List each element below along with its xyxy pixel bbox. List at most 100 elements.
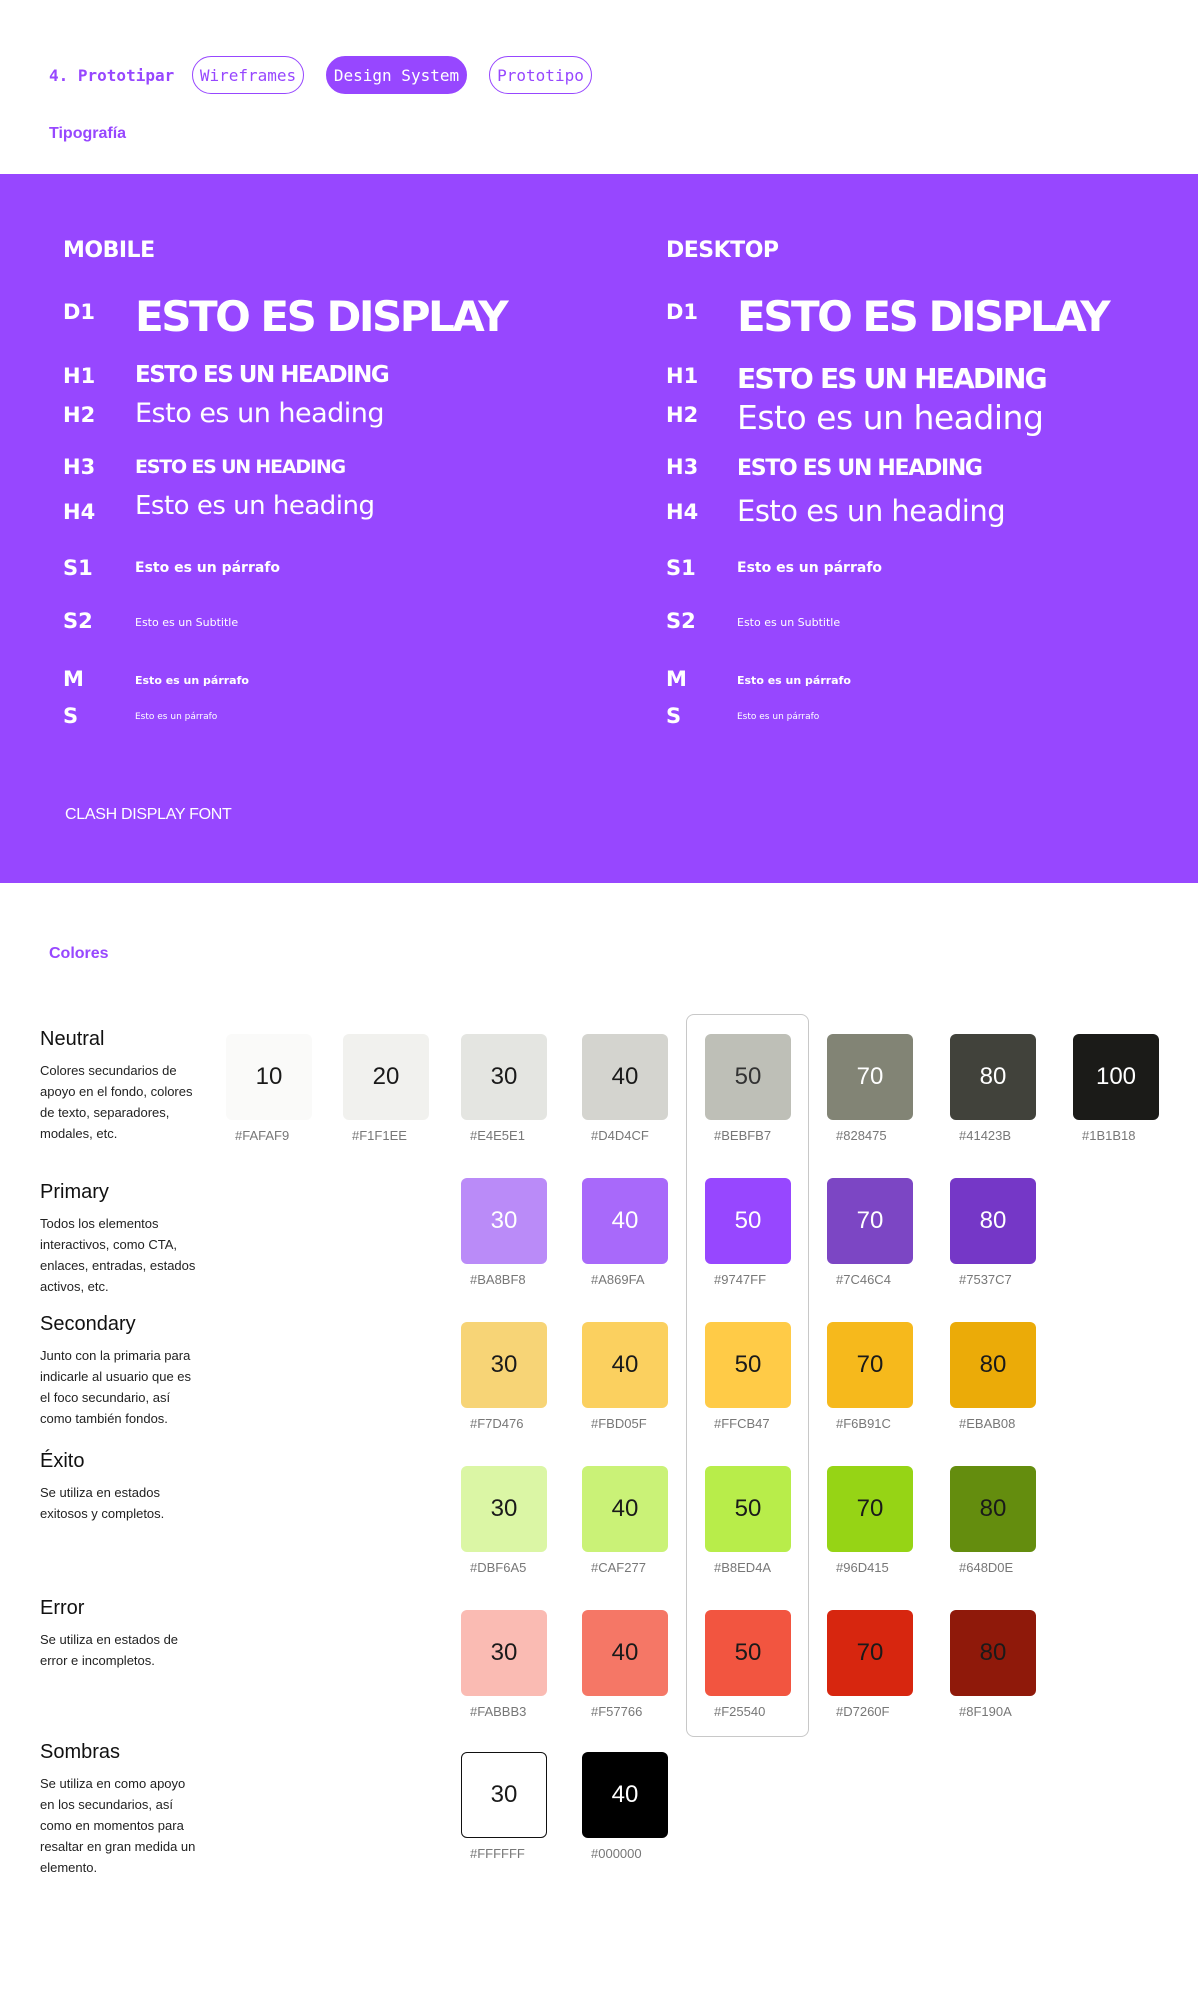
swatch-hex-neutral-20: #F1F1EE (352, 1128, 407, 1143)
swatch-hex-error-50: #F25540 (714, 1704, 766, 1719)
swatch-hex-neutral-70: #828475 (836, 1128, 887, 1143)
swatch-neutral-100[interactable]: 100 (1073, 1034, 1159, 1120)
swatch-sombras-40[interactable]: 40 (582, 1752, 668, 1838)
desktop-d1-sample: ESTO ES DISPLAY (737, 292, 1111, 341)
swatch-hex-neutral-80: #41423B (959, 1128, 1012, 1143)
mobile-s-label: S (63, 704, 79, 728)
swatch-sombras-30[interactable]: 30 (461, 1752, 547, 1838)
mobile-h3-label: H3 (63, 455, 96, 479)
desktop-s-label: S (666, 704, 682, 728)
mobile-h4-label: H4 (63, 500, 96, 524)
swatch-secondary-70[interactable]: 70 (827, 1322, 913, 1408)
step-title: 4. Prototipar (49, 66, 175, 85)
desktop-s2-label: S2 (666, 609, 696, 633)
swatch-neutral-30[interactable]: 30 (461, 1034, 547, 1120)
group-name-error: Error (40, 1597, 85, 1619)
swatch-hex-error-40: #F57766 (591, 1704, 643, 1719)
swatch-hex-exito-30: #DBF6A5 (470, 1560, 527, 1575)
typography-panel: MOBILE D1 ESTO ES DISPLAY H1 ESTO ES UN … (0, 174, 1198, 883)
mobile-h2-label: H2 (63, 403, 96, 427)
swatch-hex-neutral-40: #D4D4CF (591, 1128, 649, 1143)
swatch-hex-error-30: #FABBB3 (470, 1704, 527, 1719)
mobile-h4-sample: Esto es un heading (135, 491, 375, 521)
swatch-hex-primary-80: #7537C7 (959, 1272, 1012, 1287)
group-name-exito: Éxito (40, 1450, 85, 1472)
swatch-error-70[interactable]: 70 (827, 1610, 913, 1696)
desktop-h1-label: H1 (666, 364, 699, 388)
desktop-h4-sample: Esto es un heading (737, 494, 1006, 528)
desktop-h2-sample: Esto es un heading (737, 398, 1044, 437)
swatch-secondary-40[interactable]: 40 (582, 1322, 668, 1408)
swatch-exito-50[interactable]: 50 (705, 1466, 791, 1552)
top-nav: 4. Prototipar Wireframes Design System P… (0, 0, 1198, 174)
group-description-neutral: Colores secundarios de apoyo en el fondo… (40, 1063, 193, 1141)
font-name-note: CLASH DISPLAY FONT (65, 806, 232, 823)
swatch-exito-30[interactable]: 30 (461, 1466, 547, 1552)
swatch-primary-50[interactable]: 50 (705, 1178, 791, 1264)
tab-prototipo[interactable]: Prototipo (489, 56, 592, 94)
group-name-neutral: Neutral (40, 1028, 105, 1050)
typography-section-label: Tipografía (49, 125, 127, 142)
swatch-hex-secondary-70: #F6B91C (836, 1416, 891, 1431)
desktop-s1-label: S1 (666, 556, 696, 580)
swatch-neutral-40[interactable]: 40 (582, 1034, 668, 1120)
mobile-m-label: M (63, 667, 84, 691)
mobile-s2-label: S2 (63, 609, 93, 633)
desktop-title: DESKTOP (666, 238, 779, 263)
swatch-hex-secondary-50: #FFCB47 (714, 1416, 770, 1431)
swatch-hex-neutral-30: #E4E5E1 (470, 1128, 525, 1143)
desktop-d1-label: D1 (666, 300, 699, 324)
mobile-s2-sample: Esto es un Subtitle (135, 616, 239, 629)
swatch-secondary-50[interactable]: 50 (705, 1322, 791, 1408)
swatch-hex-error-80: #8F190A (959, 1704, 1012, 1719)
desktop-h2-label: H2 (666, 403, 699, 427)
tab-design-system[interactable]: Design System (326, 56, 467, 94)
swatch-primary-40[interactable]: 40 (582, 1178, 668, 1264)
swatch-error-30[interactable]: 30 (461, 1610, 547, 1696)
desktop-s2-sample: Esto es un Subtitle (737, 616, 841, 629)
swatch-neutral-10[interactable]: 10 (226, 1034, 312, 1120)
mobile-h1-label: H1 (63, 364, 96, 388)
mobile-h3-sample: ESTO ES UN HEADING (135, 456, 346, 478)
group-description-error: Se utiliza en estados de error e incompl… (40, 1632, 179, 1668)
desktop-s1-sample: Esto es un párrafo (737, 560, 883, 576)
desktop-h1-sample: ESTO ES UN HEADING (737, 362, 1048, 395)
swatch-neutral-20[interactable]: 20 (343, 1034, 429, 1120)
swatch-secondary-30[interactable]: 30 (461, 1322, 547, 1408)
tab-wireframes[interactable]: Wireframes (192, 56, 304, 94)
swatch-hex-primary-40: #A869FA (591, 1272, 645, 1287)
swatch-hex-exito-50: #B8ED4A (714, 1560, 772, 1575)
mobile-d1-label: D1 (63, 300, 96, 324)
swatch-exito-40[interactable]: 40 (582, 1466, 668, 1552)
desktop-m-sample: Esto es un párrafo (737, 674, 851, 687)
mobile-s1-sample: Esto es un párrafo (135, 560, 281, 576)
desktop-h3-label: H3 (666, 455, 699, 479)
group-description-sombras: Se utiliza en como apoyo en los secundar… (40, 1776, 196, 1875)
swatch-hex-secondary-80: #EBAB08 (959, 1416, 1016, 1431)
swatch-hex-primary-30: #BA8BF8 (470, 1272, 526, 1287)
swatch-error-80[interactable]: 80 (950, 1610, 1036, 1696)
swatch-hex-exito-40: #CAF277 (591, 1560, 646, 1575)
swatch-exito-70[interactable]: 70 (827, 1466, 913, 1552)
group-description-exito: Se utiliza en estados exitosos y complet… (40, 1485, 165, 1521)
swatch-exito-80[interactable]: 80 (950, 1466, 1036, 1552)
group-description-secondary: Junto con la primaria para indicarle al … (40, 1348, 192, 1426)
swatch-neutral-80[interactable]: 80 (950, 1034, 1036, 1120)
swatch-error-40[interactable]: 40 (582, 1610, 668, 1696)
mobile-m-sample: Esto es un párrafo (135, 674, 249, 687)
swatch-primary-30[interactable]: 30 (461, 1178, 547, 1264)
swatch-neutral-70[interactable]: 70 (827, 1034, 913, 1120)
swatch-primary-80[interactable]: 80 (950, 1178, 1036, 1264)
swatch-hex-primary-50: #9747FF (714, 1272, 767, 1287)
swatch-primary-70[interactable]: 70 (827, 1178, 913, 1264)
group-name-sombras: Sombras (40, 1741, 121, 1763)
mobile-h1-sample: ESTO ES UN HEADING (135, 362, 390, 388)
swatch-neutral-50[interactable]: 50 (705, 1034, 791, 1120)
swatch-hex-exito-70: #96D415 (836, 1560, 889, 1575)
group-name-secondary: Secondary (40, 1313, 136, 1335)
desktop-m-label: M (666, 667, 687, 691)
swatch-error-50[interactable]: 50 (705, 1610, 791, 1696)
colors-section-label: Colores (49, 945, 109, 962)
swatch-hex-sombras-30: #FFFFFF (470, 1846, 525, 1861)
swatch-secondary-80[interactable]: 80 (950, 1322, 1036, 1408)
